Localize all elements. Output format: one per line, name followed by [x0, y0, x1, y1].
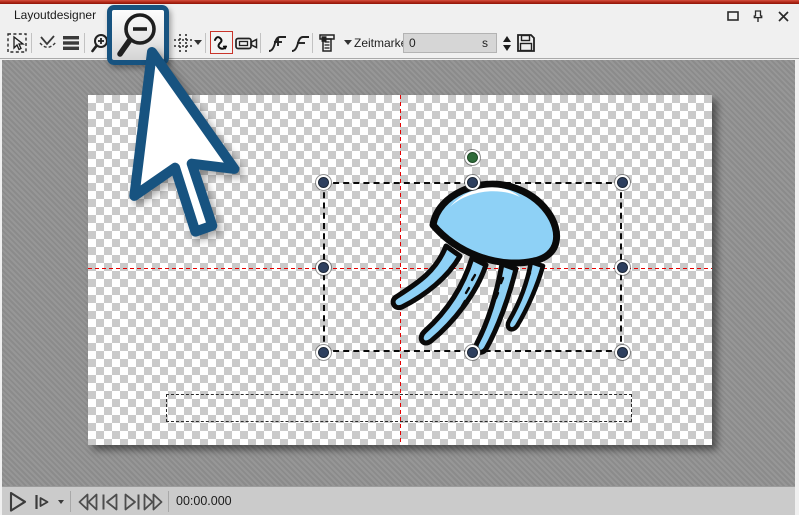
layout-canvas[interactable]: [88, 95, 712, 445]
toolbar-separator: [260, 33, 261, 53]
select-tool-button[interactable]: [5, 31, 29, 55]
text-placeholder-box[interactable]: [166, 394, 632, 422]
camera-pan-button[interactable]: [234, 31, 258, 55]
grid-button[interactable]: [171, 31, 195, 55]
rotation-handle[interactable]: [467, 152, 478, 163]
insert-timemark-button[interactable]: [316, 31, 340, 55]
window-controls: [725, 8, 791, 24]
save-button[interactable]: [514, 31, 538, 55]
maximize-icon[interactable]: [725, 8, 741, 24]
toolbar-separator: [31, 33, 32, 53]
toolbar-separator: [312, 33, 313, 53]
stepper-down-icon[interactable]: [503, 45, 511, 51]
add-curve-button[interactable]: [265, 31, 289, 55]
zoom-out-button[interactable]: [107, 5, 169, 65]
zeitmarke-stepper[interactable]: [501, 33, 513, 53]
close-icon[interactable]: [775, 8, 791, 24]
jellyfish-image[interactable]: [388, 180, 573, 360]
handle-sw[interactable]: [318, 347, 329, 358]
zeitmarke-unit: s: [482, 36, 488, 50]
playbar-separator: [70, 491, 71, 512]
play-from-here-button[interactable]: [34, 492, 50, 512]
playback-time: 00:00.000: [176, 487, 232, 515]
zeitmarke-input[interactable]: 0 s: [403, 33, 497, 53]
layers-tool-button[interactable]: [59, 31, 83, 55]
toolbar-separator: [205, 33, 206, 53]
zoom-out-icon: [112, 10, 164, 60]
motion-path-button[interactable]: [210, 31, 233, 54]
zeitmarke-value: 0: [409, 36, 482, 50]
toolbar-separator: [84, 33, 85, 53]
handle-w[interactable]: [318, 262, 329, 273]
remove-curve-button[interactable]: [288, 31, 312, 55]
jump-forward-button[interactable]: [143, 492, 163, 512]
handle-n[interactable]: [467, 177, 478, 188]
panel-title: Layoutdesigner: [14, 4, 96, 27]
timemark-dropdown-caret[interactable]: [344, 40, 352, 45]
layout-workspace: [2, 60, 795, 486]
pin-icon[interactable]: [750, 8, 766, 24]
jump-to-start-button[interactable]: [101, 492, 119, 512]
playbar-separator: [168, 491, 169, 512]
handle-se[interactable]: [617, 347, 628, 358]
grid-dropdown-caret[interactable]: [194, 40, 202, 45]
handle-ne[interactable]: [617, 177, 628, 188]
handle-s[interactable]: [467, 347, 478, 358]
playback-bar: 00:00.000: [2, 486, 795, 515]
play-button[interactable]: [9, 492, 28, 512]
handle-nw[interactable]: [318, 177, 329, 188]
stepper-up-icon[interactable]: [503, 36, 511, 42]
jump-to-end-button[interactable]: [123, 492, 141, 512]
play-options-caret[interactable]: [58, 500, 64, 504]
jump-back-button[interactable]: [78, 492, 98, 512]
handle-e[interactable]: [617, 262, 628, 273]
smooth-curve-tool-button[interactable]: [36, 31, 60, 55]
